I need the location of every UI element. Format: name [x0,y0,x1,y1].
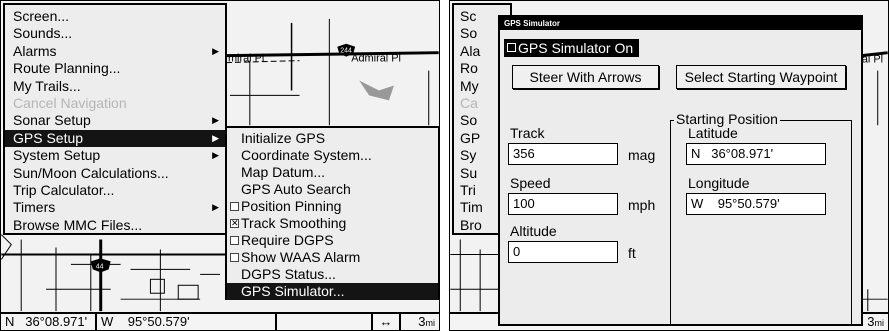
menu-item[interactable]: Screen... [5,8,225,25]
submenu-item[interactable]: Show WAAS Alarm [227,249,438,266]
menu-item[interactable]: Route Planning... [5,60,225,77]
submenu-item-label: Show WAAS Alarm [241,249,361,265]
menu-item-label: Sounds... [13,25,73,42]
status-latitude: N 36°08.971' [1,314,97,330]
menu-item-label: System Setup [13,147,101,164]
submenu-arrow-icon: ▶ [212,115,219,126]
altitude-unit: ft [628,245,636,261]
longitude-input[interactable]: W 95°50.579' [686,193,826,215]
menu-item-label: Sun/Moon Calculations... [13,164,169,181]
submenu-arrow-icon: ▶ [212,150,219,161]
menu-item-label: GPS Setup [13,129,84,146]
road-label-partial: miral Pl [228,53,264,65]
submenu-arrow-icon: ▶ [212,202,219,213]
menu-item-label: Route Planning... [13,60,121,77]
menu-item-label: Screen... [13,8,70,24]
main-menu: Screen... Sounds... Alarms ▶ Route Planning.… [3,3,227,235]
gps-setup-submenu: Initialize GPS Coordinate System... Map Da… [225,126,439,300]
longitude-label: Longitude [688,175,750,191]
submenu-item[interactable]: Coordinate System... [227,147,438,164]
submenu-item-label: DGPS Status... [241,266,336,282]
menu-item[interactable]: My Trails... [5,78,225,95]
submenu-arrow-icon: ▶ [212,132,219,143]
road-label: Admiral Pl [351,53,401,65]
checked-box-icon: ✕ [230,218,239,228]
track-label: Track [510,125,545,141]
speed-input[interactable]: 100 [508,193,618,215]
submenu-item-label: Position Pinning [241,198,342,214]
menu-item[interactable]: GPS Setup ▶ [5,129,225,148]
latitude-label: Latitude [688,125,738,141]
latitude-input[interactable]: N 36°08.971' [686,143,826,165]
submenu-item-label: Map Datum... [241,164,326,180]
menu-item-label: Browse MMC Files... [13,216,143,233]
submenu-item[interactable]: GPS Auto Search [227,181,438,198]
track-input[interactable]: 356 [508,143,618,165]
submenu-item[interactable]: Map Datum... [227,164,438,181]
pan-arrow-icon: ↔ [371,314,401,330]
submenu-item[interactable]: Initialize GPS [227,130,438,147]
left-screen: 244 Admiral Pl miral Pl 44 Screen... Soun… [0,0,440,331]
checkbox-icon [507,43,516,52]
scale-value-right: 3 [867,314,875,329]
menu-item-label: My Trails... [13,77,81,94]
dialog-title: GPS Simulator [500,17,861,30]
map-scale: 3mi [418,314,436,330]
submenu-item[interactable]: Require DGPS [227,232,438,249]
submenu-item[interactable]: GPS Simulator... [227,283,438,300]
submenu-item-label: GPS Auto Search [241,181,351,197]
checkbox-icon [230,253,239,262]
checkbox-icon [230,202,239,211]
status-longitude: W 95°50.579' [97,314,277,330]
scale-unit-right: mi [874,318,885,328]
submenu-item[interactable]: Position Pinning [227,198,438,215]
altitude-label: Altitude [510,223,557,239]
shield-44-label: 44 [96,263,104,270]
menu-item[interactable]: Sun/Moon Calculations... [5,165,225,182]
scale-value: 3 [418,314,426,329]
menu-item[interactable]: Timers ▶ [5,199,225,216]
speed-label: Speed [510,175,551,191]
simulator-on-label: GPS Simulator On [518,40,634,56]
menu-item-label: Trip Calculator... [13,181,115,198]
menu-item[interactable]: Trip Calculator... [5,182,225,199]
road-label-right: al Pl [862,54,883,66]
submenu-item-label: Track Smoothing [241,215,347,231]
right-screen: al Pl Sc So Ala Ro My Ca So GP Sy Su Tri Tim Bro 3mi… [449,0,889,331]
submenu-item-label: Initialize GPS [241,130,326,146]
status-bar: N 36°08.971' W 95°50.579' ↔ 3mi [1,312,439,330]
menu-item-label: Cancel Navigation [13,94,127,111]
menu-item[interactable]: Sonar Setup ▶ [5,112,225,129]
submenu-arrow-icon: ▶ [212,45,219,56]
menu-item: Cancel Navigation [5,95,225,112]
steer-with-arrows-button[interactable]: Steer With Arrows [512,65,659,89]
submenu-item[interactable]: ✕ Track Smoothing [227,215,438,232]
checkbox-icon [230,236,239,245]
speed-unit: mph [628,197,656,213]
scale-unit: mi [425,318,436,328]
submenu-item-label: GPS Simulator... [241,283,345,299]
gps-simulator-dialog: GPS Simulator GPS Simulator On Steer Wit… [498,15,863,326]
menu-item[interactable]: Sounds... [5,25,225,42]
altitude-input[interactable]: 0 [508,241,618,263]
submenu-item[interactable]: DGPS Status... [227,266,438,283]
map-scale-right: 3mi [867,314,885,330]
menu-item-label: Alarms [13,42,57,59]
menu-item[interactable]: Alarms ▶ [5,43,225,60]
simulator-on-checkbox[interactable]: GPS Simulator On [504,39,640,57]
submenu-item-label: Coordinate System... [241,147,372,163]
track-unit: mag [628,147,656,163]
menu-item-label: Sonar Setup [13,112,91,129]
menu-item-label: Timers [13,199,56,216]
select-starting-waypoint-button[interactable]: Select Starting Waypoint [676,65,846,89]
menu-item[interactable]: System Setup ▶ [5,147,225,164]
menu-item[interactable]: Browse MMC Files... [5,217,225,234]
submenu-item-label: Require DGPS [241,232,334,248]
